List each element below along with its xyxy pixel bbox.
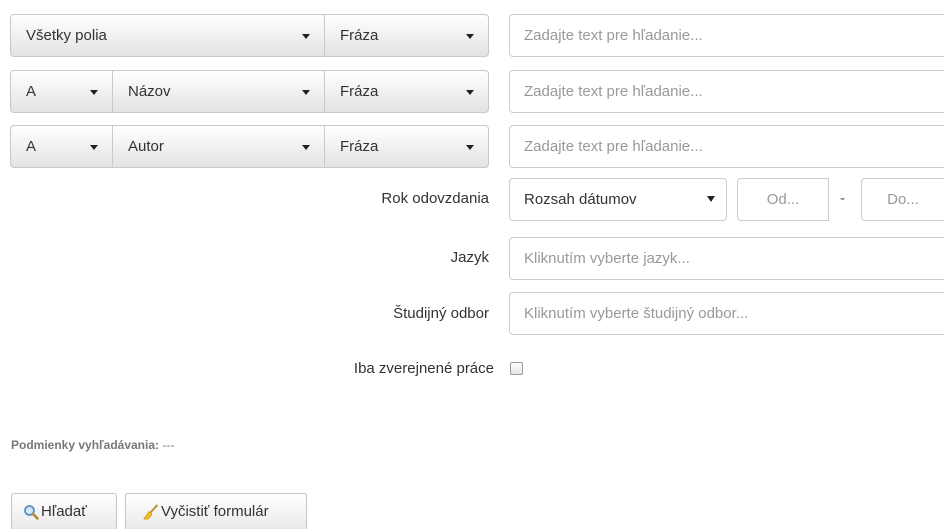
search-conditions-value: --- bbox=[162, 438, 175, 452]
year-range-select[interactable]: Rozsah dátumov bbox=[509, 178, 727, 221]
clear-form-button-label: Vyčistiť formulár bbox=[161, 503, 269, 520]
caret-down-icon bbox=[90, 145, 98, 150]
field-dropdown-row2[interactable]: Názov bbox=[112, 70, 325, 113]
match-dropdown-row1[interactable]: Fráza bbox=[324, 14, 489, 57]
year-to-input[interactable]: Do... bbox=[861, 178, 944, 221]
field-dropdown-label: Autor bbox=[128, 138, 164, 155]
year-to-placeholder: Do... bbox=[887, 191, 919, 208]
study-field-label: Študijný odbor bbox=[393, 305, 489, 322]
published-only-label: Iba zverejnené práce bbox=[353, 360, 494, 377]
search-conditions: Podmienky vyhľadávania: --- bbox=[11, 438, 174, 452]
match-dropdown-row2[interactable]: Fráza bbox=[324, 70, 489, 113]
field-dropdown-row1[interactable]: Všetky polia bbox=[10, 14, 325, 57]
match-dropdown-label: Fráza bbox=[340, 27, 379, 44]
operator-dropdown-label: A bbox=[26, 138, 37, 155]
search-input-row3[interactable]: Zadajte text pre hľadanie... bbox=[509, 125, 944, 168]
published-only-checkbox[interactable] bbox=[510, 362, 523, 375]
field-dropdown-row3[interactable]: Autor bbox=[112, 125, 325, 168]
field-dropdown-label: Všetky polia bbox=[26, 27, 107, 44]
caret-down-icon bbox=[302, 34, 310, 39]
match-dropdown-row3[interactable]: Fráza bbox=[324, 125, 489, 168]
field-dropdown-label: Názov bbox=[128, 83, 171, 100]
caret-down-icon bbox=[466, 145, 474, 150]
year-range-select-label: Rozsah dátumov bbox=[524, 191, 637, 208]
language-input[interactable]: Kliknutím vyberte jazyk... bbox=[509, 237, 944, 280]
operator-dropdown-label: A bbox=[26, 83, 37, 100]
caret-down-icon bbox=[90, 90, 98, 95]
operator-dropdown-row3[interactable]: A bbox=[10, 125, 113, 168]
year-from-placeholder: Od... bbox=[766, 191, 800, 208]
search-button[interactable]: Hľadať bbox=[11, 493, 117, 529]
magnifier-icon bbox=[24, 504, 39, 520]
study-field-input-placeholder: Kliknutím vyberte študijný odbor... bbox=[524, 305, 749, 322]
search-input-row2[interactable]: Zadajte text pre hľadanie... bbox=[509, 70, 944, 113]
search-input-row1[interactable]: Zadajte text pre hľadanie... bbox=[509, 14, 944, 57]
match-dropdown-label: Fráza bbox=[340, 83, 379, 100]
search-input-placeholder: Zadajte text pre hľadanie... bbox=[524, 138, 703, 155]
caret-down-icon bbox=[707, 196, 715, 202]
search-button-label: Hľadať bbox=[41, 503, 87, 520]
caret-down-icon bbox=[466, 34, 474, 39]
broom-icon bbox=[143, 504, 158, 519]
language-input-placeholder: Kliknutím vyberte jazyk... bbox=[524, 250, 690, 267]
match-dropdown-label: Fráza bbox=[340, 138, 379, 155]
year-from-input[interactable]: Od... bbox=[737, 178, 829, 221]
caret-down-icon bbox=[466, 90, 474, 95]
caret-down-icon bbox=[302, 145, 310, 150]
study-field-input[interactable]: Kliknutím vyberte študijný odbor... bbox=[509, 292, 944, 335]
caret-down-icon bbox=[302, 90, 310, 95]
clear-form-button[interactable]: Vyčistiť formulár bbox=[125, 493, 307, 529]
search-input-placeholder: Zadajte text pre hľadanie... bbox=[524, 83, 703, 100]
year-label: Rok odovzdania bbox=[381, 190, 489, 207]
operator-dropdown-row2[interactable]: A bbox=[10, 70, 113, 113]
language-label: Jazyk bbox=[450, 249, 489, 266]
search-input-placeholder: Zadajte text pre hľadanie... bbox=[524, 27, 703, 44]
year-range-separator: - bbox=[840, 190, 845, 207]
search-conditions-label: Podmienky vyhľadávania: bbox=[11, 438, 160, 452]
